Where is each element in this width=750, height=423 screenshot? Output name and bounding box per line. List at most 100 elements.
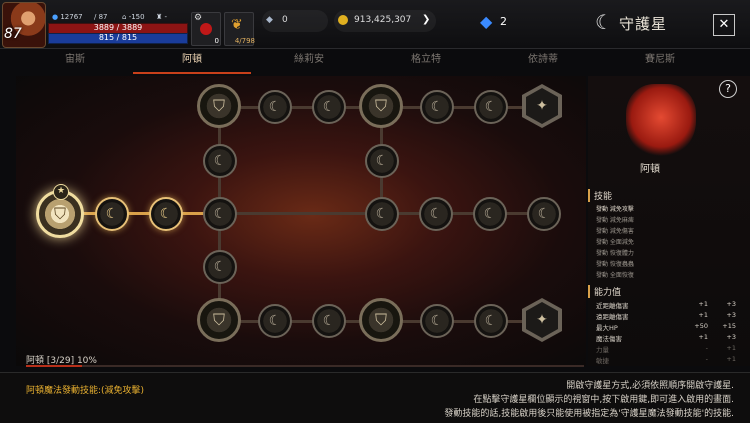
stat-value-a: -: [705, 344, 708, 352]
user-icon: ●: [52, 13, 59, 21]
gold-counter: 913,425,307 ❯: [334, 10, 436, 32]
mp-text: 815 / 815: [98, 33, 138, 42]
feather-icon: ❦: [231, 17, 243, 33]
hex-node[interactable]: ✦: [522, 298, 562, 342]
moon-node[interactable]: ☾: [420, 304, 454, 338]
moon-node[interactable]: ☾: [527, 197, 561, 231]
moon-node-icon: ☾: [105, 206, 119, 222]
instruction-line: 開啟守護星方式,必須依照順序開啟守護星.: [566, 381, 734, 391]
shield-node[interactable]: ⛉: [359, 298, 403, 342]
moon-node[interactable]: ☾: [420, 90, 454, 124]
arrow-right-icon[interactable]: ❯: [422, 14, 430, 25]
stats-title: 能力值: [588, 285, 621, 298]
shield-node-icon: ⛉: [374, 310, 387, 329]
trophy-icon: ♜: [156, 13, 163, 21]
skills-title: 技能: [588, 189, 612, 202]
stat-value-b: +1: [726, 355, 736, 363]
stat-value-a: +1: [698, 300, 708, 308]
tab-sainis[interactable]: 賽尼斯: [601, 50, 719, 72]
mp-bar: 815 / 815: [48, 33, 188, 44]
shield-node-icon: ⛉: [374, 96, 387, 115]
moon-node-icon: ☾: [322, 99, 336, 115]
skill-item: 發動 恢復蟲蟲: [596, 261, 634, 268]
tab-srian[interactable]: 絲莉安: [250, 50, 368, 72]
gem-counter: ◆ 0: [262, 10, 328, 32]
skill-item: 發動 減免攻擊: [596, 206, 634, 213]
moon-node-icon: ☾: [322, 313, 336, 329]
moon-node[interactable]: ☾: [473, 197, 507, 231]
gem-icon: ◆: [266, 15, 273, 25]
help-button[interactable]: ?: [719, 80, 737, 98]
moon-node-icon: ☾: [213, 259, 227, 275]
star-logo-icon: ☾: [595, 10, 613, 34]
stat-row: 力量 - +1: [596, 344, 736, 354]
page-title: 守護星: [619, 15, 668, 33]
gear-icon: ⚙: [194, 13, 203, 23]
tab-ishti[interactable]: 依詩蒂: [484, 50, 602, 72]
moon-node[interactable]: ☾: [365, 144, 399, 178]
skill-item: 發動 恢復體力: [596, 250, 634, 257]
stat-value-a: +1: [698, 311, 708, 319]
tab-zeus[interactable]: 宙斯: [16, 50, 134, 72]
shield-node-icon: ⛉: [212, 96, 225, 115]
moon-node[interactable]: ☾: [365, 197, 399, 231]
hex-node-icon: ✦: [526, 302, 558, 338]
stat-name: 力量: [596, 346, 609, 354]
stat-value-a: -: [705, 355, 708, 363]
potion-icon: [200, 23, 212, 35]
moon-node[interactable]: ☾: [312, 304, 346, 338]
hex-node[interactable]: ✦: [522, 84, 562, 128]
moon-node[interactable]: ☾: [474, 90, 508, 124]
crystal-icon: ◆: [480, 12, 493, 31]
item-slot[interactable]: ❦ 4/798: [224, 12, 255, 46]
tab-glit[interactable]: 格立特: [367, 50, 485, 72]
stat-power: ● 12767: [52, 13, 83, 21]
moon-node[interactable]: ☾: [203, 197, 237, 231]
level-label: 87: [4, 26, 22, 42]
moon-node[interactable]: ☾: [203, 144, 237, 178]
tab-aton[interactable]: 阿頓: [133, 50, 251, 74]
moon-node[interactable]: ☾: [149, 197, 183, 231]
moon-node-icon: ☾: [213, 206, 227, 222]
moon-node-icon: ☾: [483, 206, 497, 222]
skill-item: 發動 全面恢復: [596, 272, 634, 279]
moon-node[interactable]: ☾: [474, 304, 508, 338]
close-button[interactable]: ✕: [713, 14, 735, 36]
moon-node-icon: ☾: [430, 313, 444, 329]
shield-node[interactable]: ⛉: [197, 298, 241, 342]
home-icon: ⌂: [122, 13, 127, 21]
moon-node[interactable]: ☾: [95, 197, 129, 231]
star-icon: ★: [53, 184, 69, 200]
shield-node[interactable]: ⛉: [359, 84, 403, 128]
moon-node[interactable]: ☾: [312, 90, 346, 124]
stat-name: 近距離傷害: [596, 302, 629, 310]
stat-attack: / 87: [94, 13, 108, 21]
moon-node[interactable]: ☾: [419, 197, 453, 231]
stat-home: ⌂ -150: [122, 13, 145, 21]
help-icon: ?: [725, 82, 731, 95]
stat-name: 敏捷: [596, 357, 609, 365]
stat-row: 魔法傷害 +1 +3: [596, 333, 736, 343]
moon-node-icon: ☾: [268, 99, 282, 115]
crystal-count: 2: [500, 15, 507, 28]
moon-node[interactable]: ☾: [258, 304, 292, 338]
potion-count: 0: [214, 37, 219, 45]
stat-name: 魔法傷害: [596, 335, 622, 343]
moon-node[interactable]: ☾: [203, 250, 237, 284]
stat-value: -150: [128, 13, 145, 21]
guardian-name: 阿頓: [640, 164, 660, 175]
coin-icon: [338, 15, 348, 25]
stat-row: 敏捷 - +1: [596, 355, 736, 365]
gold-amount: 913,425,307: [354, 15, 412, 25]
stat-value-b: +1: [726, 344, 736, 352]
stat-value-b: +3: [726, 333, 736, 341]
moon-node[interactable]: ☾: [258, 90, 292, 124]
close-icon: ✕: [718, 17, 730, 32]
moon-node-icon: ☾: [159, 206, 173, 222]
shield-node[interactable]: ⛉: [197, 84, 241, 128]
guardian-tabs: 宙斯 阿頓 絲莉安 格立特 依詩蒂 賽尼斯: [16, 50, 716, 74]
skill-item: 發動 減免麻痺: [596, 217, 634, 224]
potion-slot[interactable]: ⚙ 0: [191, 12, 221, 46]
stat-value-b: +15: [722, 322, 736, 330]
hex-node-icon: ✦: [526, 88, 558, 124]
